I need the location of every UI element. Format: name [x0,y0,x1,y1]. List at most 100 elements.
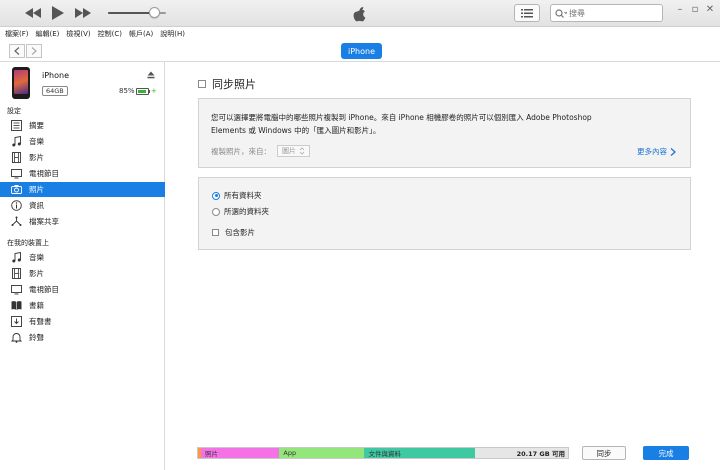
fast-forward-icon[interactable] [74,5,92,21]
audiobook-icon [10,316,22,328]
chevron-right-icon [31,47,37,55]
sync-photos-label: 同步照片 [212,78,256,91]
sidebar-item-device-tones[interactable]: 鈴聲 [0,330,165,345]
storage-segment-photos: 照片 [198,448,280,458]
storage-segment-label: 文件與資料 [368,450,401,458]
tv-icon [10,284,22,296]
copy-from-select: 圖片 [277,145,310,157]
sidebar-item-label: 影片 [29,269,44,278]
sidebar-item-summary[interactable]: 摘要 [0,118,165,133]
sync-photos-checkbox[interactable] [198,80,206,88]
include-videos-label: 包含影片 [225,228,255,237]
sync-button[interactable]: 同步 [582,446,626,460]
book-icon [10,300,22,312]
done-button[interactable]: 完成 [643,446,689,460]
copy-from-row: 複製照片，來自： 圖片 [211,145,310,157]
photos-pane: 同步照片 您可以選擇要將電腦中的哪些照片複製到 iPhone。來自 iPhone… [166,62,720,470]
menu-view[interactable]: 檢視(V) [66,29,90,39]
music-note-icon [10,136,22,148]
info-icon [10,200,22,212]
back-button[interactable] [9,44,25,58]
sidebar-item-device-books[interactable]: 書籍 [0,298,165,313]
battery-tip [149,90,150,93]
storage-segment-label: 照片 [205,450,218,458]
volume-knob[interactable] [148,7,160,18]
battery-percentage: 85% [119,87,135,95]
restore-icon[interactable]: ▫ [688,3,702,17]
forward-button[interactable] [26,44,42,58]
film-icon [10,268,22,280]
title-bar: – ▫ ✕ [0,0,720,27]
sidebar-item-device-movies[interactable]: 影片 [0,266,165,281]
capacity-badge: 64GB [42,86,68,96]
selected-folders-label: 所選的資料夾 [224,207,269,216]
include-videos-option[interactable]: 包含影片 [212,227,255,238]
more-link[interactable]: 更多內容 [637,146,676,157]
music-note-icon [10,252,22,264]
device-header[interactable]: iPhone 64GB 85% + [0,62,165,102]
battery-icon [136,88,149,95]
menu-file[interactable]: 檔案(F) [5,29,29,39]
eject-icon[interactable] [147,71,155,79]
copy-from-value: 圖片 [282,147,296,155]
apple-logo-icon [350,3,370,23]
photo-source-panel: 您可以選擇要將電腦中的哪些照片複製到 iPhone。來自 iPhone 相機膠卷… [198,98,691,168]
menu-edit[interactable]: 編輯(E) [36,29,60,39]
storage-segment-label: App [283,449,297,457]
sidebar-item-label: 摘要 [29,121,44,130]
selected-folders-option[interactable]: 所選的資料夾 [212,206,269,217]
all-folders-radio[interactable] [212,191,220,200]
device-tab-iphone[interactable]: iPhone [341,43,382,59]
sidebar-item-photos[interactable]: 照片 [0,182,165,197]
all-folders-label: 所有資料夾 [224,191,262,200]
search-icon [555,8,567,18]
sidebar-item-device-tv-shows[interactable]: 電視節目 [0,282,165,297]
sidebar-item-label: 書籍 [29,301,44,310]
menu-help[interactable]: 說明(H) [160,29,185,39]
photos-description-line-2: Elements 或 Windows 中的「匯入圖片和影片」。 [211,126,381,135]
charging-icon: + [151,87,157,95]
sidebar-item-music[interactable]: 音樂 [0,134,165,149]
on-my-device-heading: 在我的裝置上 [7,239,49,247]
search-box[interactable] [550,4,663,22]
photos-description: 您可以選擇要將電腦中的哪些照片複製到 iPhone。來自 iPhone 相機膠卷… [211,111,641,137]
folder-options-panel: 所有資料夾 所選的資料夾 包含影片 [198,177,691,250]
menu-controls[interactable]: 控制(C) [98,29,122,39]
all-folders-option[interactable]: 所有資料夾 [212,190,262,201]
sidebar-item-label: 資訊 [29,201,44,210]
include-videos-checkbox[interactable] [212,229,219,236]
tv-icon [10,168,22,180]
list-view-button[interactable] [514,4,540,22]
storage-segment-documents: 文件與資料 [364,448,476,458]
sidebar-item-label: 電視節目 [29,169,59,178]
camera-icon [10,184,22,196]
menu-account[interactable]: 帳戶(A) [129,29,153,39]
sidebar-item-label: 音樂 [29,253,44,262]
sidebar-item-tv-shows[interactable]: 電視節目 [0,166,165,181]
sidebar-item-label: 檔案共享 [29,217,59,226]
sidebar-item-label: 影片 [29,153,44,162]
sidebar-item-info[interactable]: 資訊 [0,198,165,213]
chevron-right-icon [670,147,676,156]
search-input[interactable] [569,8,649,18]
summary-icon [10,120,22,132]
sidebar: iPhone 64GB 85% + 設定 摘要 音樂 影片 電視節目 照片 資訊… [0,62,165,470]
sidebar-item-label: 有聲書 [29,317,52,326]
storage-segment-apps: App [279,448,365,458]
file-sharing-icon [10,216,22,228]
rewind-icon[interactable] [24,5,42,21]
close-icon[interactable]: ✕ [703,3,717,17]
device-name: iPhone [42,71,70,80]
play-icon[interactable] [50,5,66,21]
sync-photos-toggle[interactable]: 同步照片 [198,76,256,92]
sidebar-item-file-sharing[interactable]: 檔案共享 [0,214,165,229]
settings-heading: 設定 [7,107,21,115]
sidebar-item-label: 電視節目 [29,285,59,294]
sidebar-item-movies[interactable]: 影片 [0,150,165,165]
list-icon [521,8,533,17]
minimize-icon[interactable]: – [673,3,687,17]
selected-folders-radio[interactable] [212,207,220,216]
sidebar-item-device-music[interactable]: 音樂 [0,250,165,265]
sidebar-item-device-audiobooks[interactable]: 有聲書 [0,314,165,329]
photos-description-line-1: 您可以選擇要將電腦中的哪些照片複製到 iPhone。來自 iPhone 相機膠卷… [211,113,592,122]
